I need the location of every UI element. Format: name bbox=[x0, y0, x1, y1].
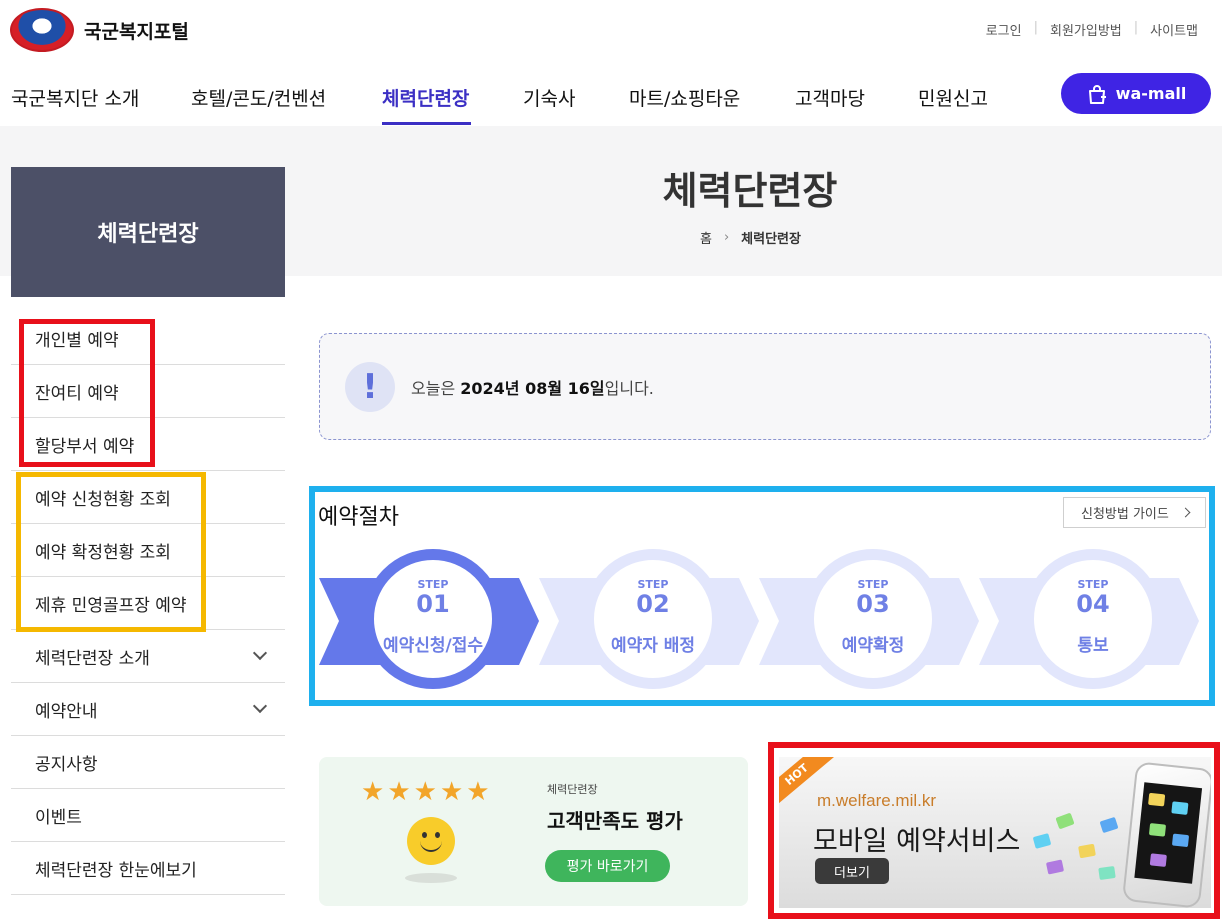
survey-category: 체력단련장 bbox=[547, 783, 598, 796]
step-number: 04 bbox=[1076, 590, 1110, 618]
star-icon: ★ bbox=[361, 777, 385, 807]
side-item-notice[interactable]: 공지사항 bbox=[11, 736, 285, 789]
survey-card[interactable]: ★ ★ ★ ★ ★ 체력단련장 고객만족도 평가 평가 바로가기 bbox=[319, 757, 748, 906]
page-title: 체력단련장 bbox=[662, 169, 838, 213]
step-2: STEP 02 예약자 배정 bbox=[583, 549, 723, 689]
nav-item-complaint[interactable]: 민원신고 bbox=[918, 84, 988, 111]
emblem-icon bbox=[10, 8, 74, 52]
app-tile-icon bbox=[1055, 812, 1075, 830]
breadcrumb: 홈 › 체력단련장 bbox=[700, 228, 801, 247]
app-tile-icon bbox=[1099, 816, 1119, 834]
banner-more-button[interactable]: 더보기 bbox=[815, 858, 889, 884]
procedure-steps: STEP 01 예약신청/접수 STEP 02 예약자 배정 STEP 03 예… bbox=[319, 545, 1199, 697]
main-navigation: 국군복지단 소개 호텔/콘도/컨벤션 체력단련장 기숙사 마트/쇼핑타운 고객마… bbox=[0, 72, 1222, 126]
mobile-reservation-banner[interactable]: HOT m.welfare.mil.kr 모바일 예약서비스 더보기 bbox=[779, 757, 1211, 908]
side-item-overview[interactable]: 체력단련장 한눈에보기 bbox=[11, 842, 285, 895]
logo[interactable]: 국군복지포털 bbox=[10, 8, 189, 52]
nav-item-mart[interactable]: 마트/쇼핑타운 bbox=[629, 84, 740, 111]
side-menu-title: 체력단련장 bbox=[11, 167, 285, 297]
app-tile-icon bbox=[1032, 833, 1052, 849]
smiley-shadow bbox=[405, 873, 457, 883]
highlight-box-yellow bbox=[16, 472, 206, 632]
nav-item-about[interactable]: 국군복지단 소개 bbox=[11, 84, 139, 111]
today-text: 오늘은 2024년 08월 16일입니다. bbox=[411, 375, 654, 399]
highlight-box-red bbox=[19, 319, 155, 467]
shopping-bag-icon bbox=[1088, 84, 1106, 104]
step-number: 02 bbox=[636, 590, 670, 618]
side-item-label: 체력단련장 소개 bbox=[35, 648, 150, 669]
wa-mall-button[interactable]: wa-mall bbox=[1061, 73, 1211, 114]
side-item-label: 체력단련장 한눈에보기 bbox=[35, 860, 197, 881]
nav-item-hotel[interactable]: 호텔/콘도/컨벤션 bbox=[191, 84, 326, 111]
side-item-reservation-guide[interactable]: 예약안내 bbox=[11, 683, 285, 736]
app-tile-icon bbox=[1098, 865, 1116, 881]
star-icon: ★ bbox=[413, 777, 437, 807]
step-3: STEP 03 예약확정 bbox=[803, 549, 943, 689]
step-name: 예약신청/접수 bbox=[382, 636, 484, 656]
rating-stars: ★ ★ ★ ★ ★ bbox=[361, 779, 493, 805]
chevron-down-icon bbox=[252, 645, 268, 661]
step-number: 03 bbox=[856, 590, 890, 618]
wa-mall-label: wa-mall bbox=[1115, 84, 1187, 103]
step-4: STEP 04 통보 bbox=[1023, 549, 1163, 689]
side-item-fitness-intro[interactable]: 체력단련장 소개 bbox=[11, 630, 285, 683]
today-prefix: 오늘은 bbox=[411, 378, 461, 398]
survey-title: 고객만족도 평가 bbox=[547, 809, 683, 833]
star-icon: ★ bbox=[387, 777, 411, 807]
guide-button-label: 신청방법 가이드 bbox=[1081, 507, 1169, 522]
chevron-right-icon bbox=[1180, 507, 1191, 518]
step-1: STEP 01 예약신청/접수 bbox=[363, 549, 503, 689]
guide-button[interactable]: 신청방법 가이드 bbox=[1063, 497, 1206, 528]
banner-url: m.welfare.mil.kr bbox=[817, 791, 937, 810]
app-tile-icon bbox=[1078, 843, 1096, 859]
survey-button[interactable]: 평가 바로가기 bbox=[545, 850, 670, 882]
step-number: 01 bbox=[416, 590, 450, 618]
today-notice: ! 오늘은 2024년 08월 16일입니다. bbox=[319, 333, 1211, 440]
side-item-label: 공지사항 bbox=[35, 754, 98, 775]
procedure-title: 예약절차 bbox=[318, 505, 399, 530]
banner-title: 모바일 예약서비스 bbox=[813, 826, 1021, 857]
side-item-label: 예약안내 bbox=[35, 701, 98, 722]
side-item-event[interactable]: 이벤트 bbox=[11, 789, 285, 842]
today-date: 2024년 08월 16일 bbox=[460, 378, 605, 398]
nav-item-fitness[interactable]: 체력단련장 bbox=[382, 84, 469, 111]
login-link[interactable]: 로그인 bbox=[974, 20, 1034, 39]
sitemap-link[interactable]: 사이트맵 bbox=[1138, 20, 1210, 39]
step-name: 예약자 배정 bbox=[610, 636, 696, 656]
smartphone-image bbox=[1121, 761, 1211, 908]
star-icon: ★ bbox=[439, 777, 464, 807]
breadcrumb-current: 체력단련장 bbox=[741, 232, 801, 247]
nav-item-customer[interactable]: 고객마당 bbox=[795, 84, 865, 111]
app-tile-icon bbox=[1045, 859, 1065, 875]
nav-item-dormitory[interactable]: 기숙사 bbox=[523, 84, 575, 111]
logo-text: 국군복지포털 bbox=[84, 20, 189, 43]
smiley-icon bbox=[407, 817, 455, 865]
utility-links: 로그인 | 회원가입방법 | 사이트맵 bbox=[974, 20, 1210, 39]
step-name: 예약확정 bbox=[841, 636, 905, 656]
breadcrumb-separator: › bbox=[723, 230, 730, 245]
step-name: 통보 bbox=[1077, 636, 1109, 656]
star-icon: ★ bbox=[466, 777, 490, 807]
side-item-label: 이벤트 bbox=[35, 807, 82, 828]
exclamation-icon: ! bbox=[345, 361, 395, 412]
chevron-down-icon bbox=[252, 698, 268, 714]
active-nav-underline bbox=[382, 122, 471, 125]
signup-guide-link[interactable]: 회원가입방법 bbox=[1038, 20, 1134, 39]
breadcrumb-home[interactable]: 홈 bbox=[700, 228, 712, 247]
today-suffix: 입니다. bbox=[604, 378, 654, 398]
